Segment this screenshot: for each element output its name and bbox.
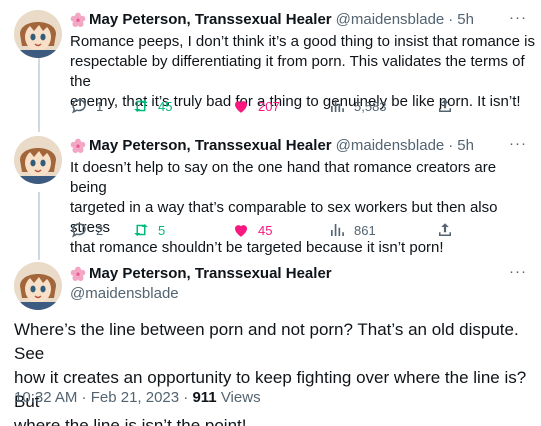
reply-icon	[72, 99, 86, 114]
author-name[interactable]: May Peterson, Transsexual Healer	[89, 136, 332, 156]
like-count: 45	[258, 222, 273, 238]
view-count: 861	[354, 222, 376, 238]
separator-dot: ·	[448, 11, 454, 28]
thread-line	[38, 58, 40, 132]
anime-avatar-icon	[14, 10, 62, 58]
separator-dot: ·	[448, 137, 454, 154]
cherry-blossom-icon	[70, 266, 86, 282]
reply-count: 1	[96, 98, 104, 114]
tweet-actions: 1 45 207 5,583	[70, 96, 462, 116]
avatar[interactable]	[14, 262, 62, 310]
author-handle[interactable]: @maidensblade	[336, 10, 445, 30]
avatar[interactable]	[14, 10, 62, 58]
cherry-blossom-icon	[70, 138, 86, 154]
more-options-icon[interactable]: ···	[508, 10, 528, 32]
reply-icon	[72, 223, 86, 238]
retweet-count: 45	[158, 98, 173, 114]
retweet-count: 5	[158, 222, 166, 238]
like-button[interactable]: 45	[232, 221, 328, 239]
tweet-time[interactable]: 5h	[457, 136, 474, 156]
author-handle[interactable]: @maidensblade	[336, 136, 445, 156]
retweet-icon	[134, 224, 148, 236]
tweet-text-line: where the line is isn’t the point!	[14, 416, 247, 426]
share-button[interactable]	[436, 221, 462, 239]
tweet-text-line: respectable by differentiating it from p…	[70, 53, 525, 90]
share-button[interactable]	[436, 97, 462, 115]
retweet-button[interactable]: 5	[132, 221, 232, 239]
main-tweet-text: Where’s the line between porn and not po…	[14, 318, 534, 426]
avatar[interactable]	[14, 136, 62, 184]
tweet-text-line: Romance peeps, I don’t think it’s a good…	[70, 33, 535, 50]
views-chart-icon	[331, 100, 344, 112]
main-tweet-handle-row: @maidensblade	[70, 284, 179, 304]
more-options-icon[interactable]: ···	[508, 264, 528, 286]
thread-line	[38, 192, 40, 260]
author-name[interactable]: May Peterson, Transsexual Healer	[89, 10, 332, 30]
reply-button[interactable]: 2	[70, 221, 132, 239]
tweet-text: It doesn’t help to say on the one hand t…	[70, 158, 535, 258]
reply-button[interactable]: 1	[70, 97, 132, 115]
cherry-blossom-icon	[70, 12, 86, 28]
tweet-header: May Peterson, Transsexual Healer @maiden…	[70, 10, 474, 30]
tweet-timestamp[interactable]: 10:32 AM · Feb 21, 2023 ·	[14, 389, 192, 406]
author-name[interactable]: May Peterson, Transsexual Healer	[89, 264, 332, 284]
views-label: Views	[216, 389, 261, 406]
share-icon	[439, 99, 451, 112]
views-chart-icon	[331, 224, 344, 236]
retweet-button[interactable]: 45	[132, 97, 232, 115]
author-handle[interactable]: @maidensblade	[70, 284, 179, 304]
tweet-meta: 10:32 AM · Feb 21, 2023 · 911 Views	[14, 388, 261, 408]
reply-count: 2	[96, 222, 104, 238]
tweet-text-line: that romance shouldn’t be targeted becau…	[70, 239, 444, 256]
share-icon	[439, 223, 451, 236]
view-count: 5,583	[354, 98, 387, 114]
tweet-header: May Peterson, Transsexual Healer @maiden…	[70, 136, 474, 156]
tweet-time[interactable]: 5h	[457, 10, 474, 30]
like-count: 207	[258, 98, 280, 114]
anime-avatar-icon	[14, 262, 62, 310]
like-button[interactable]: 207	[232, 97, 328, 115]
views-count: 911	[192, 389, 217, 406]
tweet-actions: 2 5 45 861	[70, 220, 462, 240]
views-button[interactable]: 5,583	[328, 97, 436, 115]
anime-avatar-icon	[14, 136, 62, 184]
heart-icon	[235, 101, 247, 113]
retweet-icon	[134, 100, 148, 112]
tweet-text-line: Where’s the line between porn and not po…	[14, 320, 519, 363]
main-tweet-header: May Peterson, Transsexual Healer	[70, 264, 332, 284]
more-options-icon[interactable]: ···	[508, 136, 528, 158]
tweet-text-line: It doesn’t help to say on the one hand t…	[70, 159, 497, 196]
views-button[interactable]: 861	[328, 221, 436, 239]
heart-icon	[235, 225, 247, 237]
